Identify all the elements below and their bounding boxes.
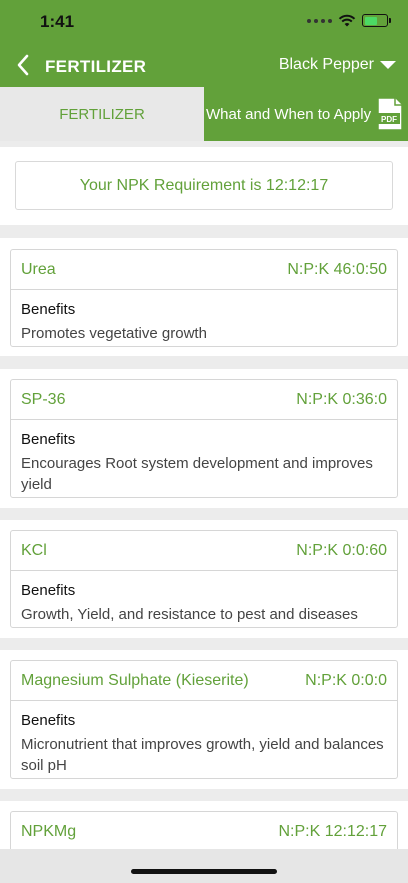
- page-title: FERTILIZER: [45, 57, 147, 76]
- fertilizer-name: Urea: [21, 260, 56, 278]
- fertilizer-name: KCl: [21, 541, 47, 559]
- npk-ratio: N:P:K 0:0:0: [305, 671, 387, 689]
- benefits-label: Benefits: [21, 301, 76, 318]
- fertilizer-section: NPKMg N:P:K 12:12:17: [0, 801, 408, 849]
- requirement-section: Your NPK Requirement is 12:12:17: [0, 147, 408, 225]
- pdf-icon-label: PDF: [381, 115, 397, 124]
- pdf-icon[interactable]: PDF: [376, 97, 404, 131]
- fertilizer-section: SP-36 N:P:K 0:36:0 Benefits Encourages R…: [0, 369, 408, 508]
- fertilizer-name: SP-36: [21, 390, 66, 408]
- benefits-label: Benefits: [21, 431, 76, 448]
- fertilizer-section: Urea N:P:K 46:0:50 Benefits Promotes veg…: [0, 238, 408, 356]
- card-body: Benefits Encourages Root system developm…: [11, 420, 397, 495]
- benefits-label: Benefits: [21, 712, 76, 729]
- status-time: 1:41: [40, 12, 75, 31]
- card-header: NPKMg N:P:K 12:12:17: [11, 812, 397, 849]
- tab-bar: FERTILIZER What and When to Apply PDF: [0, 87, 408, 141]
- card-body: Benefits Promotes vegetative growth: [11, 290, 397, 344]
- back-icon[interactable]: [10, 50, 38, 80]
- cellular-signal-icon: [307, 18, 332, 23]
- battery-icon: [362, 14, 391, 27]
- status-bar: 1:41: [0, 0, 408, 44]
- tab-fertilizer[interactable]: FERTILIZER: [0, 87, 204, 141]
- fertilizer-card[interactable]: SP-36 N:P:K 0:36:0 Benefits Encourages R…: [10, 379, 398, 498]
- tab-fertilizer-label: FERTILIZER: [59, 105, 145, 123]
- card-header: SP-36 N:P:K 0:36:0: [11, 380, 397, 420]
- card-body: Benefits Micronutrient that improves gro…: [11, 701, 397, 776]
- npk-ratio: N:P:K 46:0:50: [287, 260, 387, 278]
- home-indicator[interactable]: [131, 869, 277, 874]
- card-body: Benefits Growth, Yield, and resistance t…: [11, 571, 397, 625]
- card-header: KCl N:P:K 0:0:60: [11, 531, 397, 571]
- npk-requirement-text: Your NPK Requirement is 12:12:17: [79, 176, 329, 194]
- home-indicator-area: [0, 849, 408, 883]
- wifi-icon: [338, 14, 356, 27]
- benefits-text: Encourages Root system development and i…: [21, 455, 373, 493]
- npk-ratio: N:P:K 0:0:60: [296, 541, 387, 559]
- caret-down-icon: [380, 61, 396, 69]
- fertilizer-section: KCl N:P:K 0:0:60 Benefits Growth, Yield,…: [0, 520, 408, 638]
- fertilizer-section: Magnesium Sulphate (Kieserite) N:P:K 0:0…: [0, 650, 408, 789]
- nav-bar: FERTILIZER Black Pepper: [0, 44, 408, 87]
- fertilizer-name: NPKMg: [21, 822, 77, 840]
- card-header: Urea N:P:K 46:0:50: [11, 250, 397, 290]
- fertilizer-card[interactable]: Magnesium Sulphate (Kieserite) N:P:K 0:0…: [10, 660, 398, 779]
- crop-dropdown[interactable]: Black Pepper: [279, 56, 396, 74]
- fertilizer-card[interactable]: NPKMg N:P:K 12:12:17: [10, 811, 398, 849]
- status-icons: [307, 14, 391, 27]
- benefits-text: Promotes vegetative growth: [21, 325, 207, 342]
- benefits-label: Benefits: [21, 582, 76, 599]
- npk-ratio: N:P:K 12:12:17: [278, 822, 387, 840]
- crop-dropdown-value: Black Pepper: [278, 56, 374, 73]
- tab-apply-label: What and When to Apply: [206, 105, 372, 123]
- fertilizer-card[interactable]: Urea N:P:K 46:0:50 Benefits Promotes veg…: [10, 249, 398, 347]
- benefits-text: Growth, Yield, and resistance to pest an…: [21, 606, 358, 623]
- benefits-text: Micronutrient that improves growth, yiel…: [21, 736, 384, 774]
- npk-requirement-box: Your NPK Requirement is 12:12:17: [15, 161, 393, 210]
- card-header: Magnesium Sulphate (Kieserite) N:P:K 0:0…: [11, 661, 397, 701]
- fertilizer-name: Magnesium Sulphate (Kieserite): [21, 671, 249, 689]
- tab-what-when-to-apply[interactable]: What and When to Apply PDF: [204, 87, 408, 141]
- fertilizer-card[interactable]: KCl N:P:K 0:0:60 Benefits Growth, Yield,…: [10, 530, 398, 628]
- npk-ratio: N:P:K 0:36:0: [296, 390, 387, 408]
